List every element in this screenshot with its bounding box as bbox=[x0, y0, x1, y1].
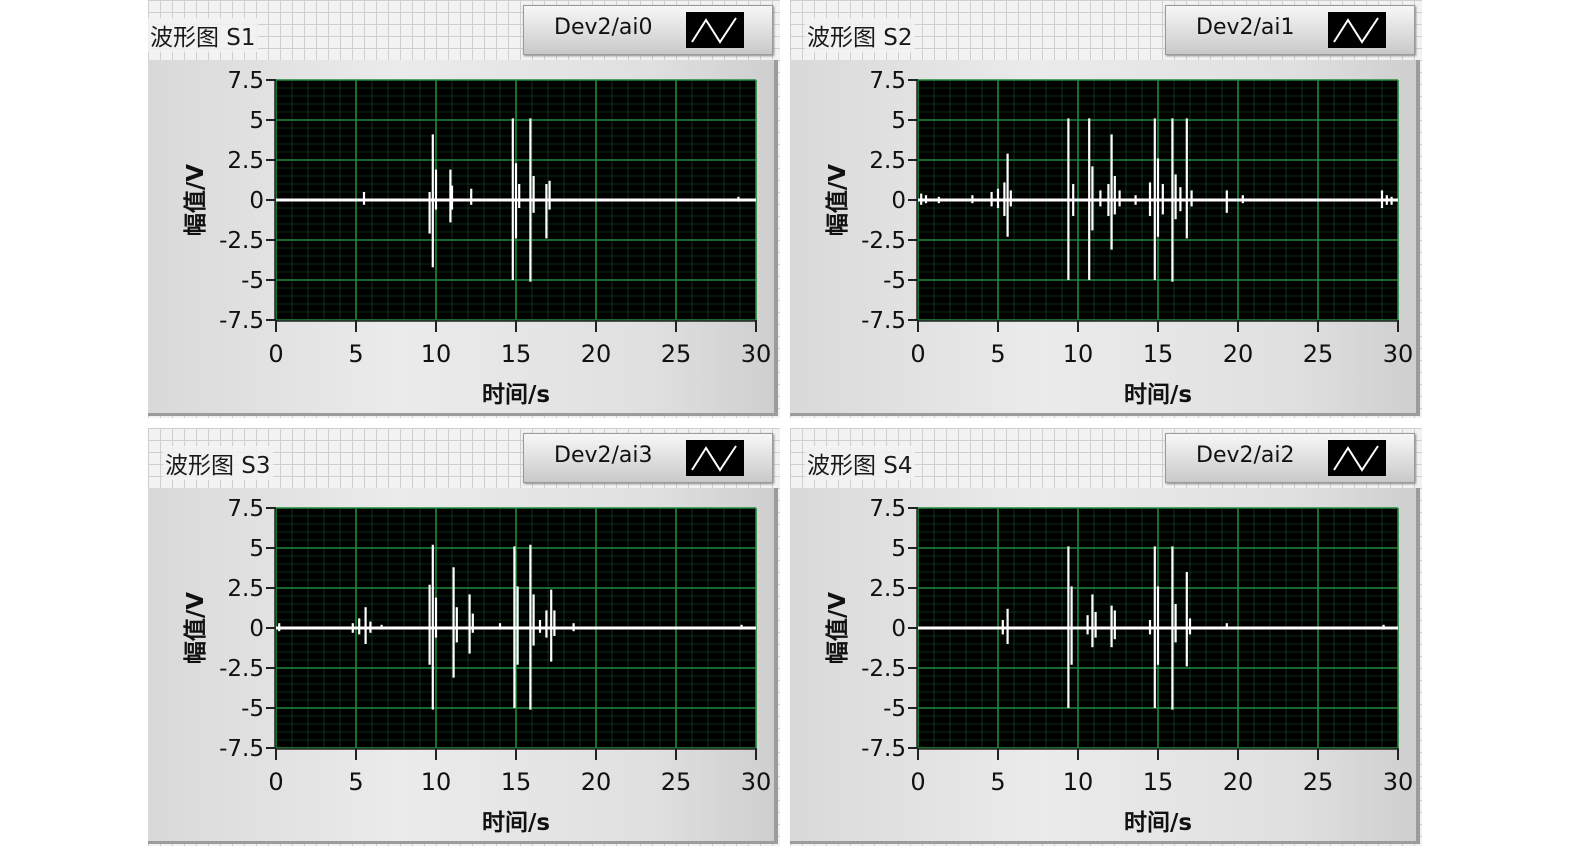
y-tick-label: -2.5 bbox=[861, 228, 906, 254]
y-tick-label: 7.5 bbox=[227, 68, 264, 94]
x-tick-label: 10 bbox=[421, 768, 452, 796]
x-tick-label: 5 bbox=[348, 340, 363, 368]
x-axis-title: 时间/s bbox=[1124, 810, 1192, 836]
y-tick-label: 5 bbox=[249, 108, 264, 134]
x-tick-label: 25 bbox=[1303, 340, 1334, 368]
y-tick-label: -2.5 bbox=[861, 656, 906, 682]
x-tick-label: 15 bbox=[1143, 768, 1174, 796]
y-tick-label: 5 bbox=[891, 536, 906, 562]
y-tick-label: -5 bbox=[883, 268, 906, 294]
x-axis-title: 时间/s bbox=[482, 382, 550, 408]
y-tick-label: -5 bbox=[241, 268, 264, 294]
x-tick-label: 25 bbox=[661, 768, 692, 796]
y-axis-title: 幅值/V bbox=[182, 164, 209, 236]
waveform-chart[interactable]: 7.552.50-2.5-5-7.50 5 10 15 20 25 30时间/s幅值/V bbox=[790, 0, 1422, 418]
x-axis-title: 时间/s bbox=[1124, 382, 1192, 408]
x-tick-label: 5 bbox=[990, 768, 1005, 796]
waveform-graph-s4: 波形图 S4 Dev2/ai2 7.5 5 2.5 0 -2.5 -5 -7.5 0 5 10 15… bbox=[790, 428, 1422, 846]
y-axis-title: 幅值/V bbox=[824, 164, 851, 236]
waveform-chart[interactable]: 7.552.50-2.5-5-7.50 5 10 15 20 25 30时间/s幅值/V bbox=[148, 0, 780, 418]
y-tick-label: 0 bbox=[249, 616, 264, 642]
x-tick-label: 20 bbox=[1223, 768, 1254, 796]
y-tick-label: 5 bbox=[249, 536, 264, 562]
x-tick-label: 15 bbox=[1143, 340, 1174, 368]
y-tick-label: 2.5 bbox=[869, 576, 906, 602]
y-tick-label: -5 bbox=[241, 696, 264, 722]
x-tick-label: 20 bbox=[581, 768, 612, 796]
x-tick-label: 30 bbox=[741, 340, 772, 368]
waveform-graph-s2: 波形图 S2 Dev2/ai1 7.5 5 2.5 0 -2.5 -5 -7.5 0 5 10 15… bbox=[790, 0, 1422, 418]
y-tick-label: 5 bbox=[891, 108, 906, 134]
y-tick-label: -7.5 bbox=[861, 736, 906, 762]
y-tick-label: -2.5 bbox=[219, 228, 264, 254]
y-tick-label: -2.5 bbox=[219, 656, 264, 682]
x-tick-label: 20 bbox=[581, 340, 612, 368]
y-tick-label: -7.5 bbox=[219, 736, 264, 762]
y-tick-label: 7.5 bbox=[869, 496, 906, 522]
y-tick-label: -7.5 bbox=[219, 308, 264, 334]
y-tick-label: 7.5 bbox=[869, 68, 906, 94]
y-tick-label: 2.5 bbox=[227, 576, 264, 602]
waveform-graph-s1: 波形图 S1 Dev2/ai0 7.5 5 2.5 0 -2.5 -5 -7.5 0 5 10 15… bbox=[148, 0, 780, 418]
y-tick-label: 2.5 bbox=[869, 148, 906, 174]
y-tick-label: 0 bbox=[249, 188, 264, 214]
x-tick-label: 0 bbox=[268, 340, 283, 368]
y-axis-title: 幅值/V bbox=[182, 592, 209, 664]
y-axis-title: 幅值/V bbox=[824, 592, 851, 664]
y-tick-label: -5 bbox=[883, 696, 906, 722]
x-tick-label: 25 bbox=[1303, 768, 1334, 796]
x-tick-label: 30 bbox=[1383, 340, 1414, 368]
x-axis-title: 时间/s bbox=[482, 810, 550, 836]
waveform-chart[interactable]: 7.552.50-2.5-5-7.50 5 10 15 20 25 30时间/s幅值/V bbox=[790, 428, 1422, 846]
x-tick-label: 0 bbox=[910, 340, 925, 368]
waveform-graph-s3: 波形图 S3 Dev2/ai3 7.5 5 2.5 0 -2.5 -5 -7.5 0 5 10 15… bbox=[148, 428, 780, 846]
x-tick-label: 30 bbox=[741, 768, 772, 796]
y-tick-label: 2.5 bbox=[227, 148, 264, 174]
y-tick-label: 7.5 bbox=[227, 496, 264, 522]
x-tick-label: 5 bbox=[990, 340, 1005, 368]
x-tick-label: 10 bbox=[1063, 340, 1094, 368]
y-tick-label: -7.5 bbox=[861, 308, 906, 334]
x-tick-label: 25 bbox=[661, 340, 692, 368]
x-tick-label: 0 bbox=[910, 768, 925, 796]
x-tick-label: 5 bbox=[348, 768, 363, 796]
x-tick-label: 10 bbox=[421, 340, 452, 368]
y-tick-label: 0 bbox=[891, 188, 906, 214]
x-tick-label: 10 bbox=[1063, 768, 1094, 796]
waveform-chart[interactable]: 7.552.50-2.5-5-7.50 5 10 15 20 25 30时间/s幅值/V bbox=[148, 428, 780, 846]
y-tick-label: 0 bbox=[891, 616, 906, 642]
x-tick-label: 30 bbox=[1383, 768, 1414, 796]
x-tick-label: 15 bbox=[501, 768, 532, 796]
x-tick-label: 15 bbox=[501, 340, 532, 368]
x-tick-label: 0 bbox=[268, 768, 283, 796]
x-tick-label: 20 bbox=[1223, 340, 1254, 368]
